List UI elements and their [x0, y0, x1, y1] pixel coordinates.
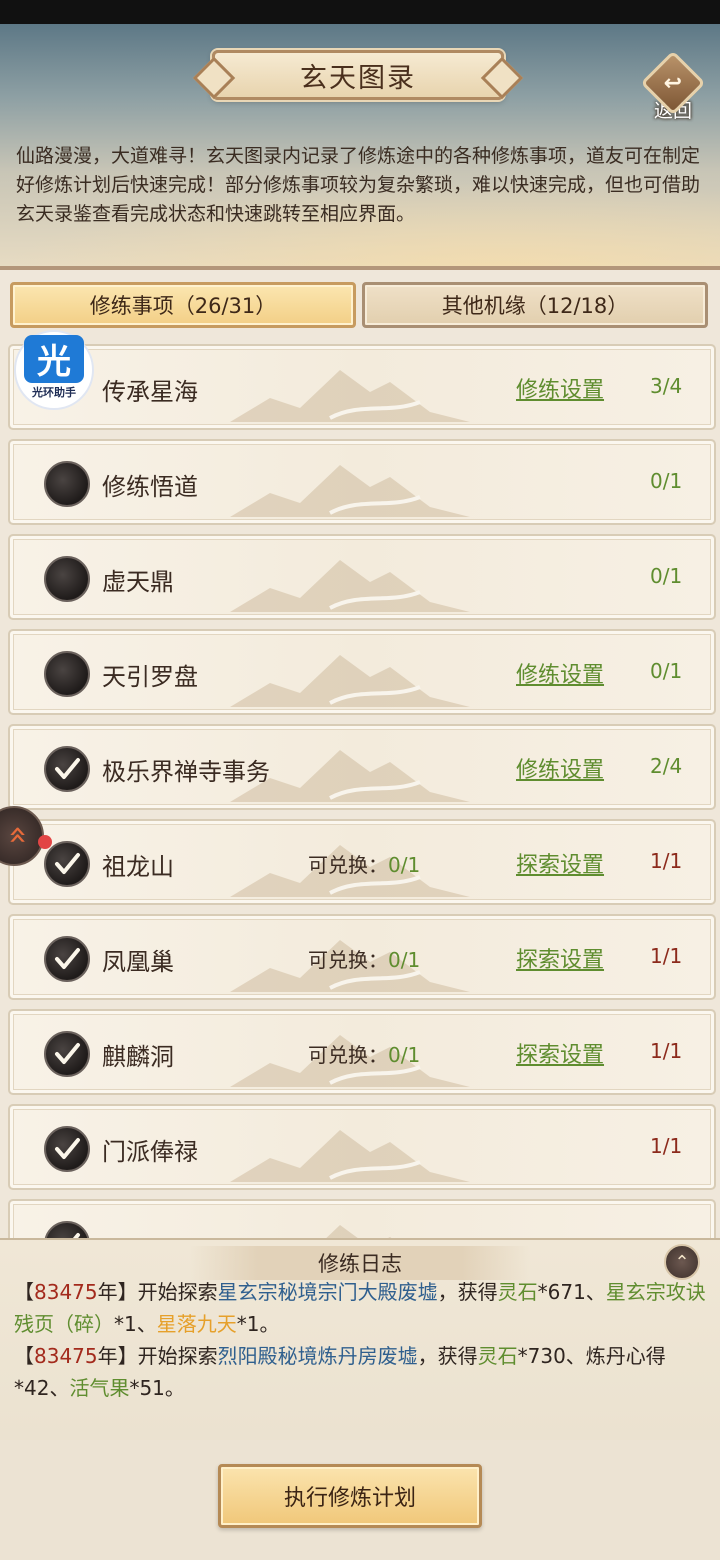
header: 玄天图录 ↩ 返回 仙路漫漫，大道难寻！玄天图录内记录了修炼途中的各种修炼事项，… [0, 24, 720, 270]
task-row[interactable]: 麒麟洞 可兑换：0/1 探索设置 1/1 [8, 1009, 716, 1095]
task-count: 1/1 [650, 1134, 683, 1158]
check-icon [44, 936, 90, 982]
tab-label: 修练事项（26/31） [89, 294, 277, 318]
log-entry: 【83475年】开始探索烈阳殿秘境炼丹房废墟，获得灵石*730、炼丹心得*42、… [14, 1344, 666, 1400]
chevron-up-icon[interactable]: ⌃ [664, 1244, 700, 1280]
settings-link[interactable]: 修练设置 [516, 657, 604, 689]
mountain-decoration [230, 1112, 470, 1186]
settings-link[interactable]: 修练设置 [516, 372, 604, 404]
tab-other-opportunities[interactable]: 其他机缘（12/18） [362, 282, 708, 328]
task-row[interactable]: 修练悟道 0/1 [8, 439, 716, 525]
bottom-bar: 执行修炼计划 [0, 1440, 720, 1560]
task-name: 极乐界禅寺事务 [102, 758, 270, 786]
task-count: 1/1 [650, 944, 683, 968]
log-entry: 【83475年】开始探索星玄宗秘境宗门大殿废墟，获得灵石*671、星玄宗攻诀残页… [14, 1280, 706, 1336]
empty-status-icon [44, 461, 90, 507]
task-name: 虚天鼎 [102, 568, 174, 596]
exchange-value: 0/1 [388, 1043, 421, 1067]
task-row[interactable]: 虚天鼎 0/1 [8, 534, 716, 620]
tab-label: 其他机缘（12/18） [441, 294, 629, 318]
task-name: 传承星海 [102, 378, 198, 406]
settings-link[interactable]: 修练设置 [516, 752, 604, 784]
mountain-decoration [230, 637, 470, 711]
exchange-info: 可兑换：0/1 [308, 1039, 420, 1068]
check-icon [44, 1126, 90, 1172]
mountain-decoration [230, 352, 470, 426]
page-title: 玄天图录 [300, 62, 416, 94]
task-name: 凤凰巢 [102, 948, 174, 976]
exchange-value: 0/1 [388, 948, 421, 972]
log-title: 修练日志 [318, 1252, 402, 1276]
check-icon [44, 746, 90, 792]
exchange-value: 0/1 [388, 853, 421, 877]
task-count: 3/4 [650, 374, 683, 398]
task-count: 2/4 [650, 754, 683, 778]
task-row[interactable]: 传承星海 修练设置 3/4 [8, 344, 716, 430]
log-panel: 修练日志 ⌃ 【83475年】开始探索星玄宗秘境宗门大殿废墟，获得灵石*671、… [0, 1238, 720, 1440]
exchange-label: 可兑换： [308, 948, 388, 972]
settings-link[interactable]: 探索设置 [516, 847, 604, 879]
task-count: 1/1 [650, 1039, 683, 1063]
exchange-label: 可兑换： [308, 853, 388, 877]
empty-status-icon [44, 556, 90, 602]
app-logo-icon: 光 [24, 334, 84, 383]
mountain-decoration [230, 542, 470, 616]
task-list[interactable]: 传承星海 修练设置 3/4 修练悟道 0/1 虚天鼎 0/1 天引罗盘 修练设置 0/1 极乐界禅寺… [0, 340, 720, 1240]
mountain-decoration [230, 1207, 470, 1240]
exchange-info: 可兑换：0/1 [308, 944, 420, 973]
back-arrow-icon: ↩ [640, 50, 706, 116]
settings-link[interactable]: 探索设置 [516, 1037, 604, 1069]
task-name: 祖龙山 [102, 853, 174, 881]
title-plaque: 玄天图录 [212, 50, 504, 100]
task-count: 0/1 [650, 659, 683, 683]
log-lines[interactable]: 【83475年】开始探索星玄宗秘境宗门大殿废墟，获得灵石*671、星玄宗攻诀残页… [14, 1268, 710, 1404]
check-icon [44, 1031, 90, 1077]
log-title-banner: 修练日志 [190, 1246, 530, 1280]
tab-bar: 修练事项（26/31） 其他机缘（12/18） [0, 270, 720, 340]
header-divider [0, 266, 720, 270]
tab-cultivation-items[interactable]: 修练事项（26/31） [10, 282, 356, 328]
task-row[interactable]: 祖龙山 可兑换：0/1 探索设置 1/1 [8, 819, 716, 905]
app-badge-label: 光环助手 [32, 385, 76, 399]
settings-link[interactable]: 探索设置 [516, 942, 604, 974]
task-name: 修练悟道 [102, 473, 198, 501]
task-row[interactable]: 极乐界禅寺事务 修练设置 2/4 [8, 724, 716, 810]
task-row[interactable]: 门派俸禄 1/1 [8, 1104, 716, 1190]
task-name: 天引罗盘 [102, 663, 198, 691]
status-bar [0, 0, 720, 24]
task-count: 0/1 [650, 564, 683, 588]
task-row[interactable] [8, 1199, 716, 1240]
exchange-label: 可兑换： [308, 1043, 388, 1067]
notification-dot [38, 835, 52, 849]
check-icon [44, 841, 90, 887]
task-count: 0/1 [650, 469, 683, 493]
empty-status-icon [44, 651, 90, 697]
exchange-info: 可兑换：0/1 [308, 849, 420, 878]
mountain-decoration [230, 447, 470, 521]
overlay-app-badge[interactable]: 光 光环助手 [14, 330, 94, 410]
task-name: 麒麟洞 [102, 1043, 174, 1071]
execute-plan-button[interactable]: 执行修炼计划 [218, 1464, 482, 1528]
intro-text: 仙路漫漫，大道难寻！玄天图录内记录了修炼途中的各种修炼事项，道友可在制定好修炼计… [16, 145, 701, 225]
back-button[interactable]: ↩ 返回 [638, 50, 708, 128]
task-count: 1/1 [650, 849, 683, 873]
task-row[interactable]: 天引罗盘 修练设置 0/1 [8, 629, 716, 715]
task-name: 门派俸禄 [102, 1138, 198, 1166]
task-row[interactable]: 凤凰巢 可兑换：0/1 探索设置 1/1 [8, 914, 716, 1000]
